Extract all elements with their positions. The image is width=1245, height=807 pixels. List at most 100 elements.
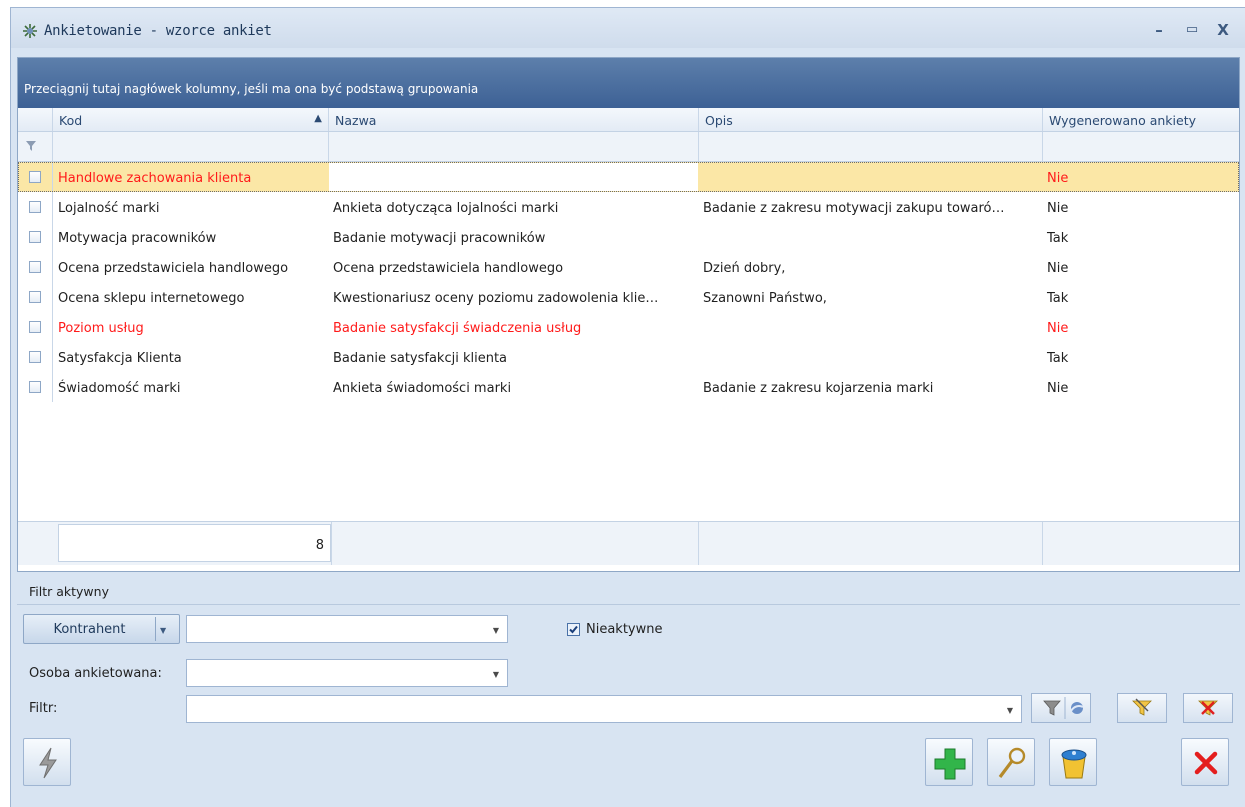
table-row[interactable]: Handlowe zachowania klienta Nie bbox=[18, 162, 1239, 192]
apply-filter-button[interactable] bbox=[1117, 693, 1167, 723]
apply-filter-icon bbox=[1132, 698, 1152, 716]
filter-funnel-button[interactable] bbox=[1031, 693, 1091, 723]
column-header-opis-label: Opis bbox=[705, 113, 733, 128]
cell-kod[interactable]: Świadomość marki bbox=[52, 372, 328, 402]
close-button[interactable] bbox=[1181, 738, 1229, 786]
cell-wygenerowano[interactable]: Nie bbox=[1042, 162, 1241, 192]
table-row[interactable]: Poziom usług Badanie satysfakcji świadcze… bbox=[18, 312, 1239, 342]
cell-kod[interactable]: Motywacja pracowników bbox=[52, 222, 328, 252]
cell-kod[interactable]: Poziom usług bbox=[52, 312, 328, 342]
column-header-opis[interactable]: Opis bbox=[698, 108, 1042, 131]
row-checkbox[interactable] bbox=[29, 321, 41, 333]
cell-wygenerowano[interactable]: Nie bbox=[1042, 252, 1241, 282]
chevron-down-icon[interactable]: ▼ bbox=[160, 626, 166, 635]
cell-nazwa[interactable]: Ocena przedstawiciela handlowego bbox=[328, 252, 698, 282]
cell-opis[interactable] bbox=[698, 342, 1042, 372]
filter-cell-opis[interactable] bbox=[698, 132, 1042, 161]
cell-nazwa[interactable]: Badanie motywacji pracowników bbox=[328, 222, 698, 252]
cell-opis[interactable]: Szanowni Państwo, bbox=[698, 282, 1042, 312]
row-checkbox[interactable] bbox=[29, 171, 41, 183]
cell-nazwa[interactable]: Badanie satysfakcji klienta bbox=[328, 342, 698, 372]
cell-opis[interactable] bbox=[698, 222, 1042, 252]
nieaktywne-label: Nieaktywne bbox=[586, 622, 663, 637]
filtr-label: Filtr: bbox=[29, 701, 58, 716]
clear-filter-button[interactable] bbox=[1183, 693, 1233, 723]
cell-opis[interactable]: Dzień dobry, bbox=[698, 252, 1042, 282]
close-icon bbox=[1194, 751, 1218, 775]
column-header-wygenerowano[interactable]: Wygenerowano ankiety bbox=[1042, 108, 1241, 131]
table-row[interactable]: Satysfakcja Klienta Badanie satysfakcji k… bbox=[18, 342, 1239, 372]
cell-nazwa[interactable]: Badanie satysfakcji świadczenia usług bbox=[328, 312, 698, 342]
osoba-combo[interactable]: ▼ bbox=[186, 659, 508, 687]
cell-nazwa[interactable]: Kwestionariusz oceny poziomu zadowolenia… bbox=[328, 282, 698, 312]
add-button[interactable] bbox=[925, 738, 973, 786]
cell-wygenerowano[interactable]: Tak bbox=[1042, 282, 1241, 312]
table-row[interactable]: Motywacja pracowników Badanie motywacji p… bbox=[18, 222, 1239, 252]
filter-cell-nazwa[interactable] bbox=[328, 132, 698, 161]
cell-nazwa[interactable] bbox=[328, 162, 698, 192]
footer-divider bbox=[331, 522, 332, 565]
checkmark-icon bbox=[569, 625, 578, 634]
chevron-down-icon[interactable]: ▼ bbox=[1007, 706, 1013, 715]
close-window-button[interactable]: X bbox=[1212, 19, 1234, 41]
filtr-combo[interactable]: ▼ bbox=[186, 695, 1022, 723]
maximize-button[interactable]: ▭ bbox=[1181, 19, 1203, 41]
funnel-icon bbox=[1043, 697, 1084, 719]
funnel-icon bbox=[26, 141, 36, 151]
nieaktywne-checkbox[interactable] bbox=[567, 623, 580, 636]
window-title: Ankietowanie - wzorce ankiet bbox=[44, 23, 272, 39]
footer-divider bbox=[1042, 522, 1043, 565]
sort-ascending-icon: ▲ bbox=[314, 113, 322, 124]
row-checkbox[interactable] bbox=[29, 351, 41, 363]
filter-cell-wygenerowano[interactable] bbox=[1042, 132, 1241, 161]
row-checkbox[interactable] bbox=[29, 261, 41, 273]
preview-button[interactable] bbox=[987, 738, 1035, 786]
cell-nazwa[interactable]: Ankieta dotycząca lojalności marki bbox=[328, 192, 698, 222]
filtr-input[interactable] bbox=[191, 700, 900, 718]
osoba-input[interactable] bbox=[191, 664, 463, 682]
minimize-button[interactable]: – bbox=[1148, 19, 1170, 41]
grid-filter-row[interactable] bbox=[18, 132, 1239, 162]
cell-kod[interactable]: Ocena przedstawiciela handlowego bbox=[52, 252, 328, 282]
filter-cell-kod[interactable] bbox=[52, 132, 328, 161]
cell-nazwa[interactable]: Ankieta świadomości marki bbox=[328, 372, 698, 402]
kontrahent-button-label: Kontrahent bbox=[53, 622, 126, 637]
cell-wygenerowano[interactable]: Nie bbox=[1042, 372, 1241, 402]
cell-opis[interactable]: Badanie z zakresu motywacji zakupu towar… bbox=[698, 192, 1042, 222]
row-checkbox[interactable] bbox=[29, 381, 41, 393]
row-checkbox[interactable] bbox=[29, 291, 41, 303]
row-checkbox[interactable] bbox=[29, 201, 41, 213]
kontrahent-combo[interactable]: ▼ bbox=[186, 615, 508, 643]
trash-icon bbox=[1061, 749, 1087, 779]
cell-wygenerowano[interactable]: Nie bbox=[1042, 312, 1241, 342]
table-row[interactable]: Ocena przedstawiciela handlowego Ocena pr… bbox=[18, 252, 1239, 282]
cell-kod[interactable]: Satysfakcja Klienta bbox=[52, 342, 328, 372]
chevron-down-icon[interactable]: ▼ bbox=[493, 626, 499, 635]
cell-opis[interactable] bbox=[698, 312, 1042, 342]
cell-opis[interactable]: Badanie z zakresu kojarzenia marki bbox=[698, 372, 1042, 402]
table-row[interactable]: Lojalność marki Ankieta dotycząca lojalno… bbox=[18, 192, 1239, 222]
cell-kod[interactable]: Handlowe zachowania klienta bbox=[52, 162, 328, 192]
cell-opis[interactable] bbox=[698, 162, 1042, 192]
main-window: Ankietowanie - wzorce ankiet – ▭ X Przec… bbox=[10, 7, 1245, 807]
cell-kod[interactable]: Lojalność marki bbox=[52, 192, 328, 222]
column-header-nazwa[interactable]: Nazwa bbox=[328, 108, 698, 131]
delete-button[interactable] bbox=[1049, 738, 1097, 786]
row-checkbox[interactable] bbox=[29, 231, 41, 243]
kontrahent-input[interactable] bbox=[191, 620, 463, 638]
row-count: 8 bbox=[58, 524, 331, 562]
footer-divider bbox=[698, 522, 699, 565]
cell-wygenerowano[interactable]: Tak bbox=[1042, 222, 1241, 252]
cell-wygenerowano[interactable]: Nie bbox=[1042, 192, 1241, 222]
table-row[interactable]: Świadomość marki Ankieta świadomości mark… bbox=[18, 372, 1239, 402]
kontrahent-button[interactable]: Kontrahent ▼ bbox=[23, 614, 180, 644]
cell-wygenerowano[interactable]: Tak bbox=[1042, 342, 1241, 372]
cell-kod[interactable]: Ocena sklepu internetowego bbox=[52, 282, 328, 312]
bottom-toolbar bbox=[17, 738, 1240, 802]
filter-panel-title: Filtr aktywny bbox=[29, 584, 109, 599]
table-row[interactable]: Ocena sklepu internetowego Kwestionariusz… bbox=[18, 282, 1239, 312]
group-by-panel[interactable]: Przeciągnij tutaj nagłówek kolumny, jeśl… bbox=[18, 58, 1239, 108]
chevron-down-icon[interactable]: ▼ bbox=[493, 670, 499, 679]
column-header-kod[interactable]: Kod ▲ bbox=[52, 108, 328, 131]
operations-button[interactable] bbox=[23, 738, 71, 786]
